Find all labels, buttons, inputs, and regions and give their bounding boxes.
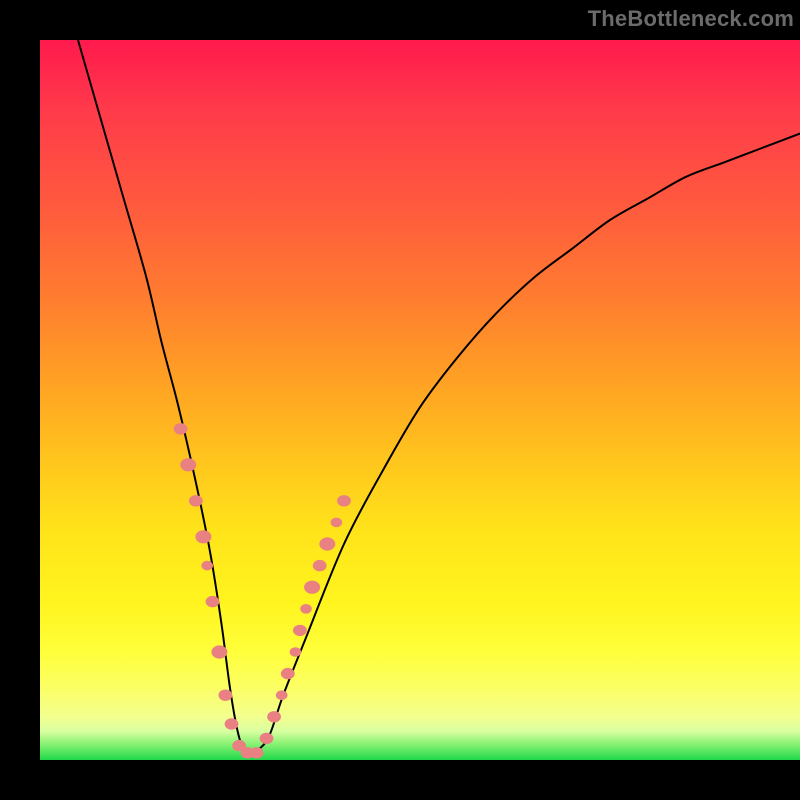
bead: [300, 604, 312, 614]
bead: [225, 718, 239, 729]
bead: [337, 495, 351, 506]
plot-area: [40, 40, 800, 760]
bead: [267, 711, 281, 722]
bead: [319, 537, 335, 550]
bead: [219, 690, 233, 701]
bead: [313, 560, 327, 571]
bead: [331, 518, 343, 528]
bead: [206, 596, 220, 607]
bead: [290, 647, 302, 657]
chart-frame: TheBottleneck.com: [0, 0, 800, 800]
bead: [174, 423, 188, 434]
bead: [189, 495, 203, 506]
bead: [304, 581, 320, 594]
bead: [180, 458, 196, 471]
bead: [281, 668, 295, 679]
bead: [211, 645, 227, 658]
bead: [195, 530, 211, 543]
bead: [276, 690, 288, 700]
bottleneck-curve: [78, 40, 800, 755]
bead: [260, 733, 274, 744]
bead: [201, 561, 213, 571]
curve-svg: [40, 40, 800, 760]
watermark: TheBottleneck.com: [588, 6, 794, 32]
bead: [250, 747, 264, 758]
bead: [293, 625, 307, 636]
